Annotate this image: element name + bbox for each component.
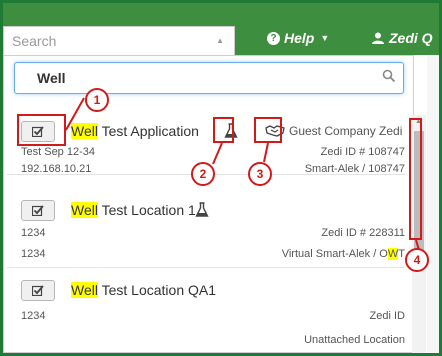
callout-marker-1: 1 [85, 88, 109, 112]
callout-marker-3: 3 [248, 162, 272, 186]
callout-connectors [65, 97, 420, 251]
callout-marker-2: 2 [191, 162, 215, 186]
callout-marker-4: 4 [405, 248, 429, 272]
